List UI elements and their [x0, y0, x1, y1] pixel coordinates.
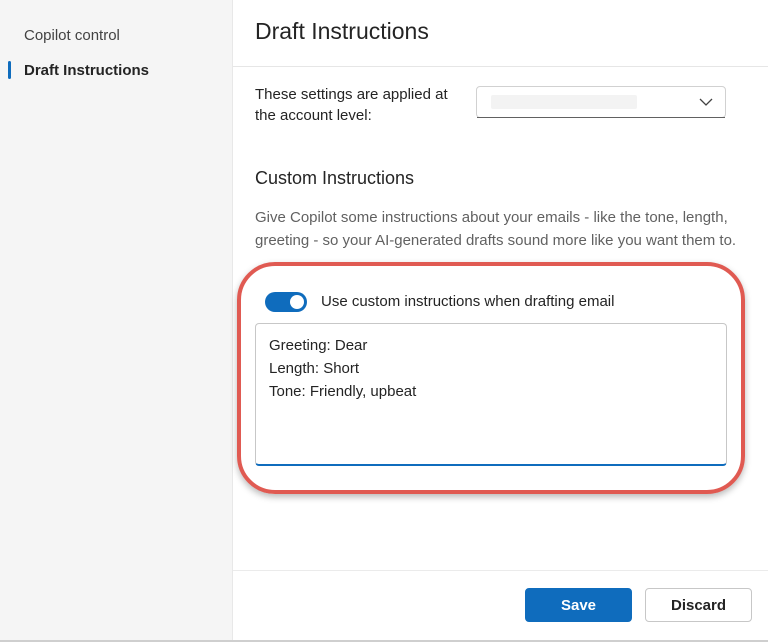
sidebar-item-draft-instructions[interactable]: Draft Instructions: [24, 62, 149, 79]
sidebar-item-copilot-control[interactable]: Copilot control: [24, 27, 120, 44]
sidebar: Copilot control Draft Instructions: [0, 0, 233, 640]
discard-button[interactable]: Discard: [645, 588, 752, 622]
account-dropdown[interactable]: [476, 86, 726, 118]
account-dropdown-value: [491, 95, 637, 109]
custom-instructions-textarea[interactable]: Greeting: Dear Length: Short Tone: Frien…: [255, 323, 727, 466]
custom-instructions-toggle-label: Use custom instructions when drafting em…: [321, 293, 615, 310]
title-divider: [233, 66, 768, 67]
save-button[interactable]: Save: [525, 588, 632, 622]
active-nav-indicator: [8, 61, 11, 79]
footer-divider: [233, 570, 768, 571]
custom-instructions-toggle[interactable]: [265, 292, 307, 312]
account-level-label: These settings are applied at the accoun…: [255, 86, 448, 124]
chevron-down-icon: [699, 98, 713, 106]
page-title: Draft Instructions: [255, 18, 429, 44]
custom-instructions-description: Give Copilot some instructions about you…: [255, 209, 737, 249]
main-panel: Draft Instructions These settings are ap…: [233, 0, 768, 640]
custom-instructions-heading: Custom Instructions: [255, 168, 415, 188]
toggle-thumb: [290, 295, 304, 309]
